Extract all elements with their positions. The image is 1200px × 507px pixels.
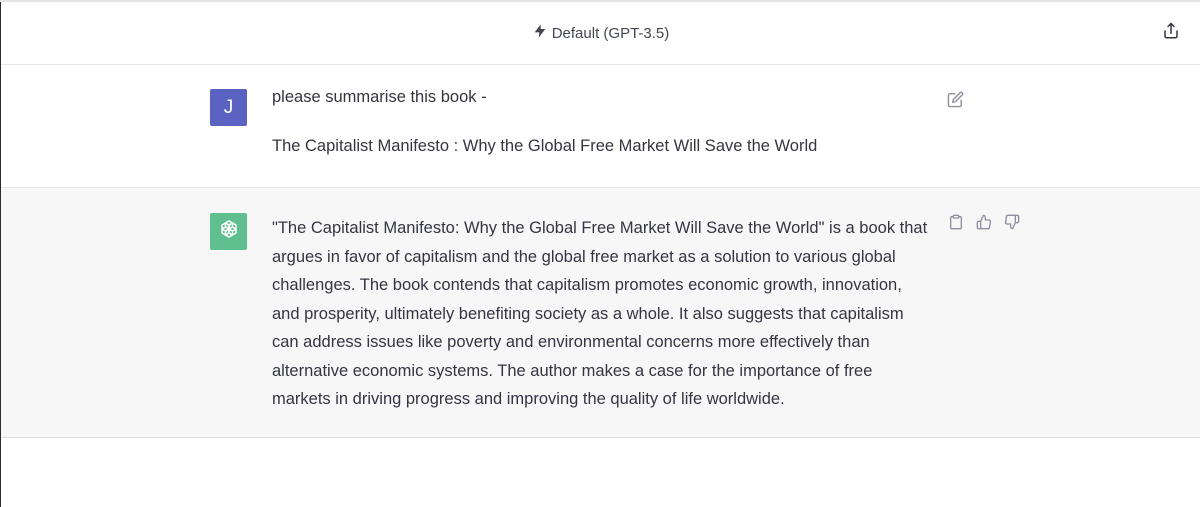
thumbs-down-button[interactable]	[1002, 214, 1022, 234]
share-icon	[1162, 22, 1180, 45]
model-selector[interactable]: Default (GPT-3.5)	[532, 23, 670, 43]
copy-icon	[948, 214, 964, 235]
model-name: Default (GPT-3.5)	[551, 24, 670, 42]
user-message: J please summarise this book - The Capit…	[1, 65, 1200, 187]
thumbs-up-icon	[976, 214, 992, 235]
edit-message-button[interactable]	[945, 91, 965, 113]
thumbs-up-button[interactable]	[974, 214, 994, 234]
thumbs-down-icon	[1004, 214, 1020, 235]
assistant-avatar	[210, 213, 247, 250]
openai-logo-icon	[218, 218, 240, 245]
copy-button[interactable]	[946, 214, 966, 234]
avatar: J	[210, 89, 247, 126]
assistant-message: "The Capitalist Manifesto: Why the Globa…	[1, 187, 1200, 438]
share-button[interactable]	[1160, 22, 1182, 44]
assistant-message-text: "The Capitalist Manifesto: Why the Globa…	[272, 219, 928, 408]
edit-icon	[947, 91, 964, 113]
user-message-line-2: The Capitalist Manifesto : Why the Globa…	[272, 137, 818, 155]
lightning-bolt-icon	[532, 23, 548, 43]
avatar-initial: J	[223, 96, 234, 118]
user-message-line-1: please summarise this book -	[272, 88, 487, 106]
chat-header: Default (GPT-3.5)	[1, 2, 1200, 65]
